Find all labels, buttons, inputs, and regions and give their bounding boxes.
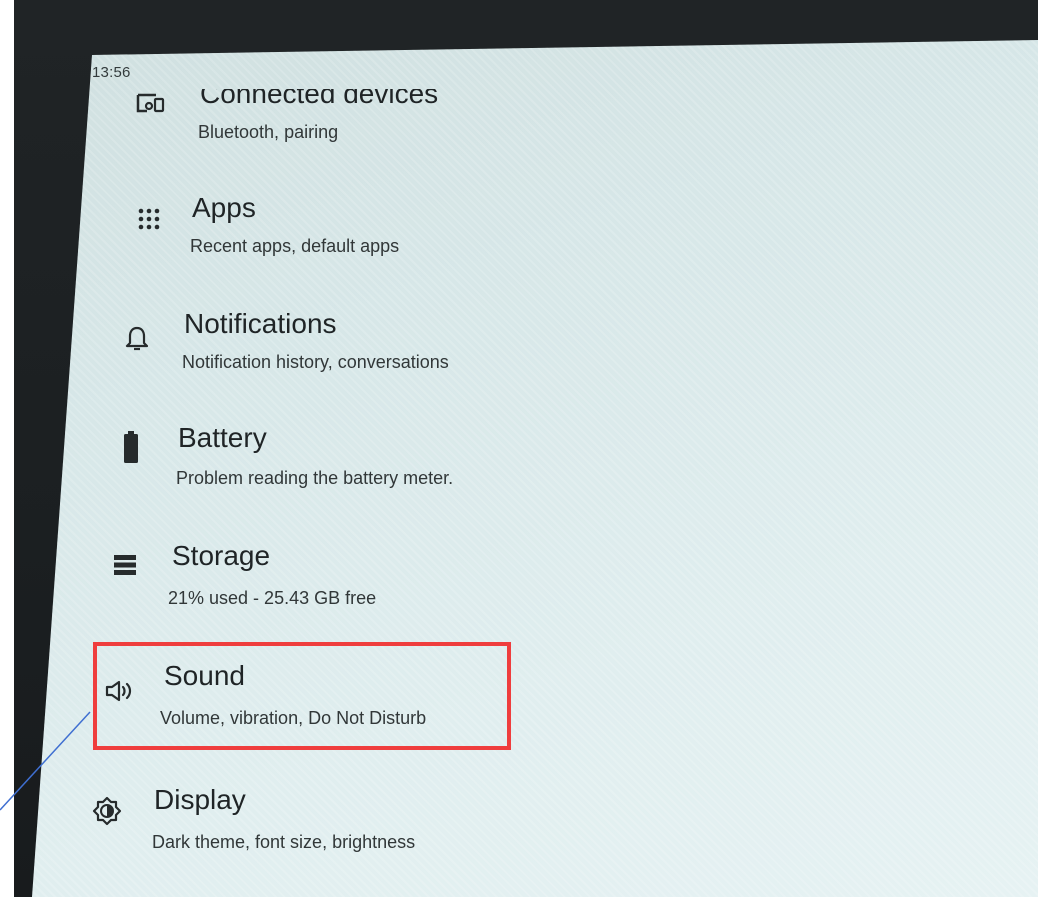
photo-frame: 13:56 Connected devices Bluetooth, pairi… xyxy=(0,0,1038,897)
settings-item-subtitle: Problem reading the battery meter. xyxy=(176,468,454,488)
settings-item-subtitle: Recent apps, default apps xyxy=(190,236,400,256)
settings-item-title: Display xyxy=(154,784,246,815)
settings-item-subtitle: 21% used - 25.43 GB free xyxy=(168,588,377,608)
settings-item-subtitle: Notification history, conversations xyxy=(182,352,449,372)
connected-devices-icon xyxy=(134,86,168,120)
settings-item-title: Notifications xyxy=(184,308,337,339)
settings-item-storage[interactable]: Storage 21% used - 25.43 GB free xyxy=(102,538,862,638)
settings-item-display[interactable]: Display Dark theme, font size, brightnes… xyxy=(86,782,846,882)
settings-item-title: Battery xyxy=(178,422,267,453)
status-bar-time: 13:56 xyxy=(92,64,131,81)
settings-item-title: Storage xyxy=(172,540,271,571)
settings-item-apps[interactable]: Apps Recent apps, default apps xyxy=(122,188,882,288)
apps-grid-icon xyxy=(132,202,166,236)
settings-item-battery[interactable]: Battery Problem reading the battery mete… xyxy=(106,420,866,520)
settings-item-title: Apps xyxy=(192,192,256,223)
settings-item-notifications[interactable]: Notifications Notification history, conv… xyxy=(114,306,874,406)
storage-icon xyxy=(108,548,142,582)
settings-item-subtitle: Dark theme, font size, brightness xyxy=(152,832,416,852)
settings-item-subtitle: Bluetooth, pairing xyxy=(198,122,339,142)
settings-item-title: Connected devices xyxy=(200,78,439,109)
sound-highlight-box xyxy=(93,642,511,750)
brightness-icon xyxy=(90,794,124,828)
battery-icon xyxy=(114,430,148,464)
settings-item-connected-devices[interactable]: Connected devices Bluetooth, pairing xyxy=(130,80,890,180)
bell-icon xyxy=(120,322,154,356)
